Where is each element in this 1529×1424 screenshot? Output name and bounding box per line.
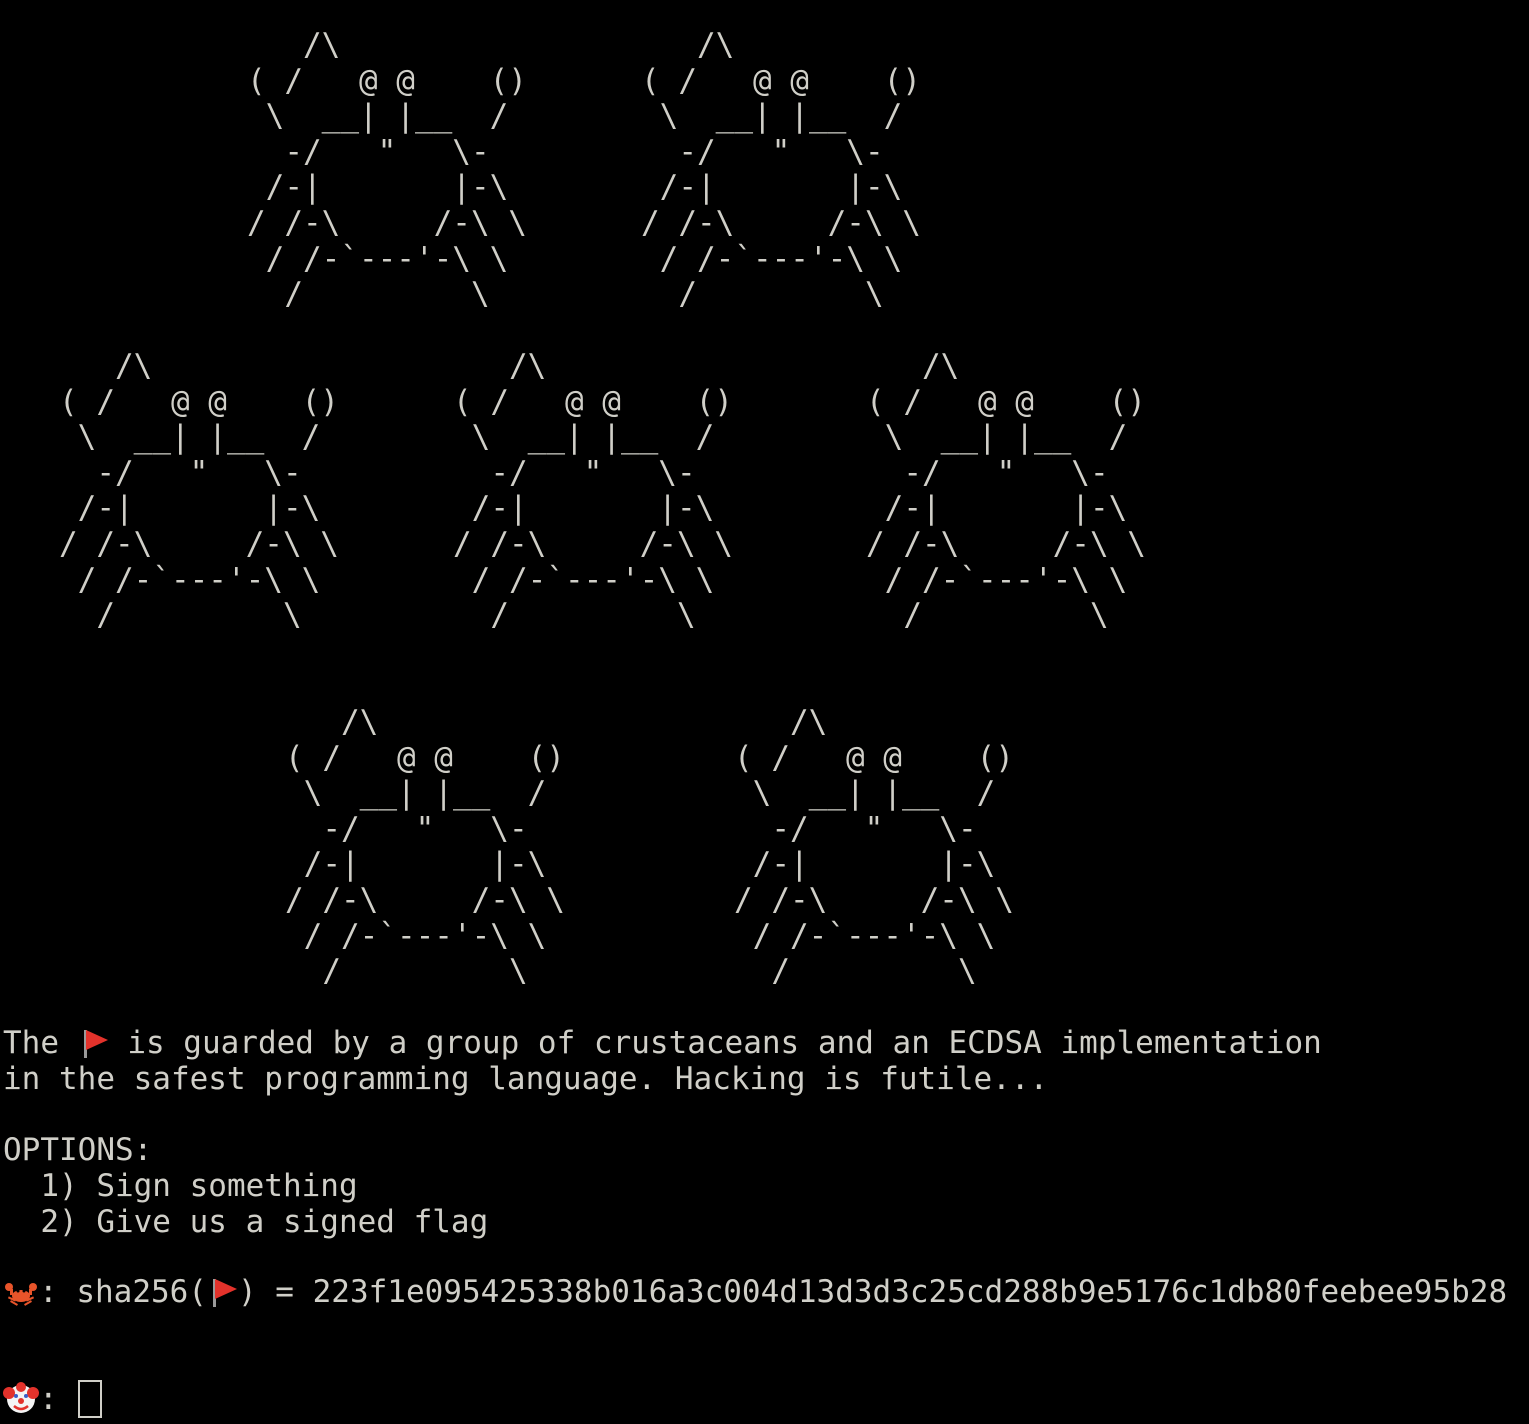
option-give-signed-flag: 2) Give us a signed flag (3, 1204, 489, 1240)
hash-prefix: : sha256( (39, 1274, 207, 1310)
intro-text-end: is guarded by a group of crustaceans and… (108, 1025, 1322, 1061)
crab-ascii-art: /\ ( / @ @ () \ __| |__ / -/ " \- /-| |-… (641, 27, 921, 313)
intro-line-1: The is guarded by a group of crustaceans… (3, 1025, 1322, 1062)
text-cursor[interactable] (78, 1380, 103, 1418)
input-prompt-line[interactable]: : (3, 1380, 103, 1418)
clown-face-icon (3, 1382, 39, 1413)
crab-icon (5, 1283, 37, 1306)
hash-value: ) = 223f1e095425338b016a3c004d13d3d3c25c… (237, 1274, 1508, 1310)
crab-ascii-art: /\ ( / @ @ () \ __| |__ / -/ " \- /-| |-… (59, 348, 339, 634)
crab-ascii-art: /\ ( / @ @ () \ __| |__ / -/ " \- /-| |-… (285, 704, 565, 990)
crab-ascii-art: /\ ( / @ @ () \ __| |__ / -/ " \- /-| |-… (247, 27, 527, 313)
hash-output-line: : sha256( ) = 223f1e095425338b016a3c004d1… (3, 1274, 1508, 1311)
option-sign-something: 1) Sign something (3, 1168, 358, 1204)
triangular-flag-icon (207, 1277, 238, 1307)
intro-line-2: in the safest programming language. Hack… (3, 1061, 1049, 1097)
triangular-flag-icon (78, 1028, 109, 1058)
options-header: OPTIONS: (3, 1132, 153, 1168)
crab-ascii-art: /\ ( / @ @ () \ __| |__ / -/ " \- /-| |-… (453, 348, 733, 634)
terminal-window[interactable]: /\ ( / @ @ () \ __| |__ / -/ " \- /-| |-… (0, 0, 1529, 1424)
prompt-separator: : (39, 1381, 77, 1417)
crab-ascii-art: /\ ( / @ @ () \ __| |__ / -/ " \- /-| |-… (866, 348, 1146, 634)
intro-text-start: The (3, 1025, 78, 1061)
crab-ascii-art: /\ ( / @ @ () \ __| |__ / -/ " \- /-| |-… (734, 704, 1014, 990)
